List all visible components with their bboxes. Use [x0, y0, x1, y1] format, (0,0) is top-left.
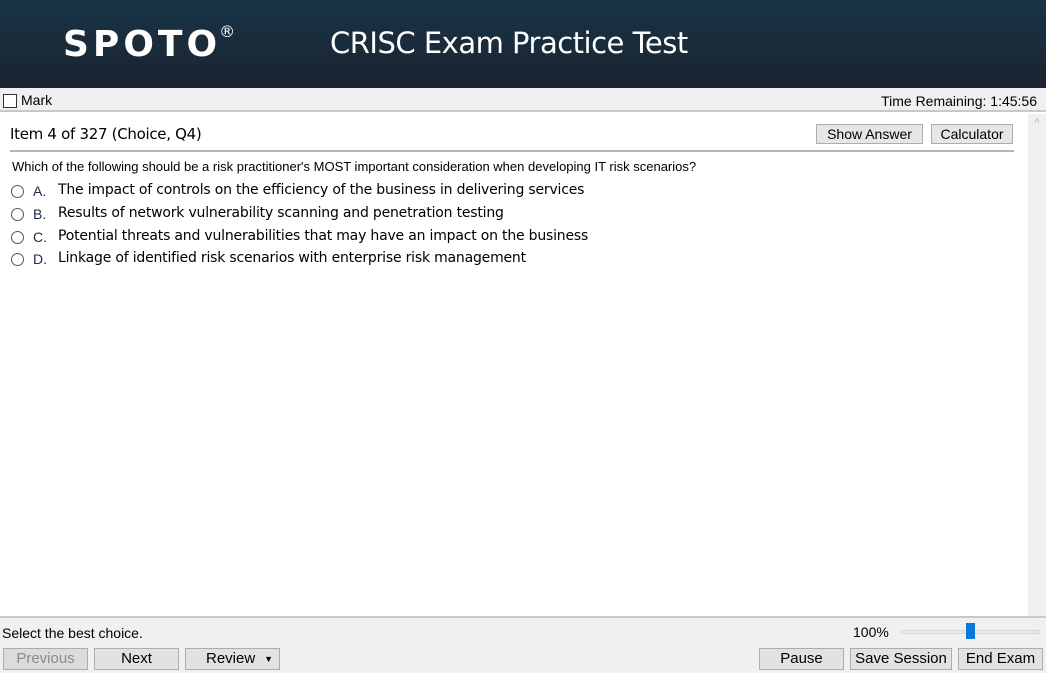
calculator-button[interactable]: Calculator [931, 124, 1013, 144]
radio-button[interactable] [11, 208, 24, 221]
zoom-level: 100% [853, 624, 889, 640]
option-b[interactable]: B. Results of network vulnerability scan… [10, 204, 710, 224]
zoom-slider-thumb[interactable] [966, 623, 975, 639]
review-button[interactable]: Review ▼ [185, 648, 280, 670]
option-letter: B. [33, 206, 47, 222]
instruction-text: Select the best choice. [2, 625, 143, 641]
spoto-logo: SPOTO® [63, 22, 236, 65]
radio-button[interactable] [11, 231, 24, 244]
navigation-bar: Previous Next Review ▼ Pause Save Sessio… [0, 644, 1046, 673]
scroll-up-icon[interactable]: ^ [1032, 118, 1042, 129]
review-label: Review [206, 650, 256, 667]
option-text: Potential threats and vulnerabilities th… [58, 228, 589, 244]
vertical-scrollbar[interactable]: ^ [1028, 114, 1046, 616]
status-bar: Select the best choice. 100% [0, 616, 1046, 644]
option-letter: A. [33, 183, 47, 199]
time-remaining: Time Remaining: 1:45:56 [881, 93, 1037, 109]
question-panel: Item 4 of 327 (Choice, Q4) Show Answer C… [0, 114, 1028, 616]
option-c[interactable]: C. Potential threats and vulnerabilities… [10, 227, 710, 247]
option-a[interactable]: A. The impact of controls on the efficie… [10, 181, 710, 201]
exam-title: CRISC Exam Practice Test [330, 26, 688, 60]
option-text: Linkage of identified risk scenarios wit… [58, 250, 526, 266]
option-letter: D. [33, 251, 47, 267]
radio-button[interactable] [11, 185, 24, 198]
item-title: Item 4 of 327 (Choice, Q4) [10, 125, 202, 143]
option-d[interactable]: D. Linkage of identified risk scenarios … [10, 249, 710, 269]
mark-checkbox[interactable] [3, 94, 17, 108]
mark-bar: Mark Time Remaining: 1:45:56 [0, 88, 1046, 112]
pause-button[interactable]: Pause [759, 648, 844, 670]
option-letter: C. [33, 229, 47, 245]
next-button[interactable]: Next [94, 648, 179, 670]
logo-text: SPOTO [63, 24, 222, 65]
option-text: Results of network vulnerability scannin… [58, 205, 504, 221]
end-exam-button[interactable]: End Exam [958, 648, 1043, 670]
title-divider [10, 150, 1014, 152]
show-answer-button[interactable]: Show Answer [816, 124, 923, 144]
option-text: The impact of controls on the efficiency… [58, 182, 585, 198]
dropdown-caret-icon: ▼ [264, 654, 273, 664]
registered-mark: ® [219, 22, 236, 41]
question-text: Which of the following should be a risk … [12, 159, 697, 174]
app-header: SPOTO® CRISC Exam Practice Test [0, 0, 1046, 88]
radio-button[interactable] [11, 253, 24, 266]
previous-button[interactable]: Previous [3, 648, 88, 670]
save-session-button[interactable]: Save Session [850, 648, 952, 670]
mark-label[interactable]: Mark [21, 92, 52, 108]
